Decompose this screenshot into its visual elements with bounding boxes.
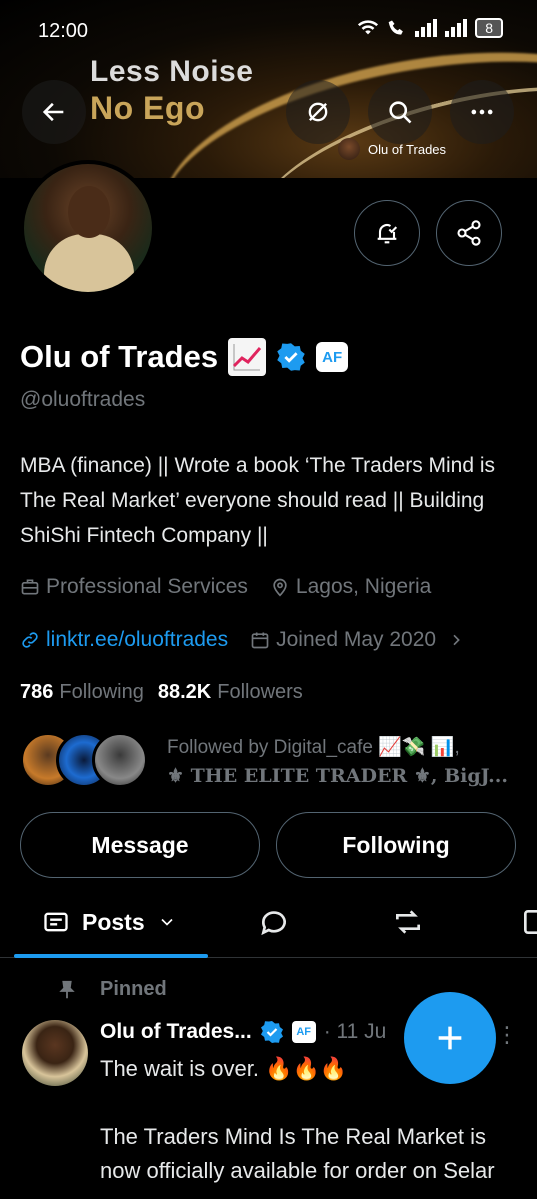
grok-icon [308,102,328,122]
affiliate-badge: AF [291,1021,316,1043]
tab-media[interactable] [520,906,537,938]
following-count[interactable]: 786 [20,681,53,704]
banner-text-line2: No Ego [90,90,205,126]
status-bar: 12:00 8 [0,0,537,60]
status-time: 12:00 [38,20,89,42]
compose-post-button[interactable] [404,992,496,1084]
profile-handle: @oluoftrades [20,388,146,411]
signal-icon-2 [445,19,468,37]
profile-website-link[interactable]: linktr.ee/oluoftrades [46,628,228,652]
profile-joined-date: Joined May 2020 [276,628,437,651]
notifications-button[interactable] [354,200,420,266]
affiliate-badge[interactable]: AF [316,342,349,372]
plus-icon [438,1026,462,1050]
chevron-down-icon [161,918,173,926]
posts-icon [44,912,68,932]
verified-badge-icon[interactable] [276,342,306,372]
location-pin-icon [273,578,287,597]
wifi-icon [358,20,379,35]
followers-you-know-avatars[interactable] [20,732,148,788]
avatar-shirt [44,234,134,292]
followed-by-line1: Followed by Digital_cafe 📈💸 📊, [167,737,460,758]
back-button[interactable] [22,80,86,144]
profile-bio: MBA (finance) || Wrote a book ‘The Trade… [20,454,496,547]
profile-name: Olu of Trades [20,339,219,374]
post-text-line2: The Traders Mind Is The Real Market is n… [100,1124,495,1183]
profile-tabs: Posts [0,890,537,958]
search-icon [389,101,412,124]
share-button[interactable] [436,200,502,266]
follower-avatar [92,732,148,788]
following-label[interactable]: Following [59,681,143,704]
arrow-left-icon [42,102,64,122]
profile-meta-row-1: Professional Services Lagos, Nigeria [20,575,431,599]
pinned-indicator: Pinned [56,978,167,1001]
battery-icon: 8 [475,18,503,38]
more-horizontal-icon [471,109,493,115]
message-button[interactable]: Message [20,812,260,878]
tab-replies[interactable] [258,906,290,938]
mini-avatar [338,138,360,160]
grok-button[interactable] [286,80,350,144]
link-icon [22,632,38,648]
chart-increasing-icon [228,338,267,376]
verified-badge-icon [260,1021,283,1043]
mini-profile-name: Olu of Trades [368,141,447,157]
avatar-head [68,186,110,238]
signal-icon [415,19,438,37]
briefcase-icon [21,579,39,595]
pinned-label: Pinned [100,978,167,1000]
post-author-name[interactable]: Olu of Trades... [100,1020,252,1044]
post-author-avatar[interactable] [22,1020,88,1086]
profile-location: Lagos, Nigeria [295,575,432,598]
followers-count[interactable]: 88.2K [158,681,211,704]
profile-avatar[interactable] [20,160,156,296]
profile-category: Professional Services [46,575,248,598]
header-mini-profile: Olu of Trades [338,138,446,160]
pin-icon [59,980,75,998]
post-header: Olu of Trades... AF · 11 Ju [100,1020,386,1044]
more-options-button[interactable] [450,80,514,144]
calendar-icon [251,632,269,649]
call-icon [388,20,404,35]
following-button[interactable]: Following [276,812,516,878]
post-more-icon[interactable]: ⋮ [496,1022,518,1048]
share-icon [457,220,481,246]
tab-reposts[interactable] [392,906,424,938]
followed-by-text[interactable]: Followed by Digital_cafe 📈💸 📊, ⚜ THE ELI… [167,734,517,790]
search-button[interactable] [368,80,432,144]
profile-name-row: Olu of Trades AF [20,338,349,376]
tab-posts-label: Posts [82,908,145,935]
tab-posts[interactable]: Posts [42,890,177,954]
followers-label[interactable]: Followers [217,681,303,704]
chevron-right-icon[interactable] [448,632,464,648]
banner-text-line1: Less Noise [90,55,254,88]
follow-counts: 786 Following 88.2K Followers [20,681,303,704]
tab-active-indicator [14,954,208,958]
followed-by-line2: ⚜ THE ELITE TRADER ⚜, BigJ... [167,765,509,787]
profile-meta-row-2: linktr.ee/oluoftrades Joined May 2020 [20,628,464,652]
bell-check-icon [377,224,398,244]
status-icons: 8 [357,18,503,38]
post-date: · 11 Ju [323,1020,387,1043]
